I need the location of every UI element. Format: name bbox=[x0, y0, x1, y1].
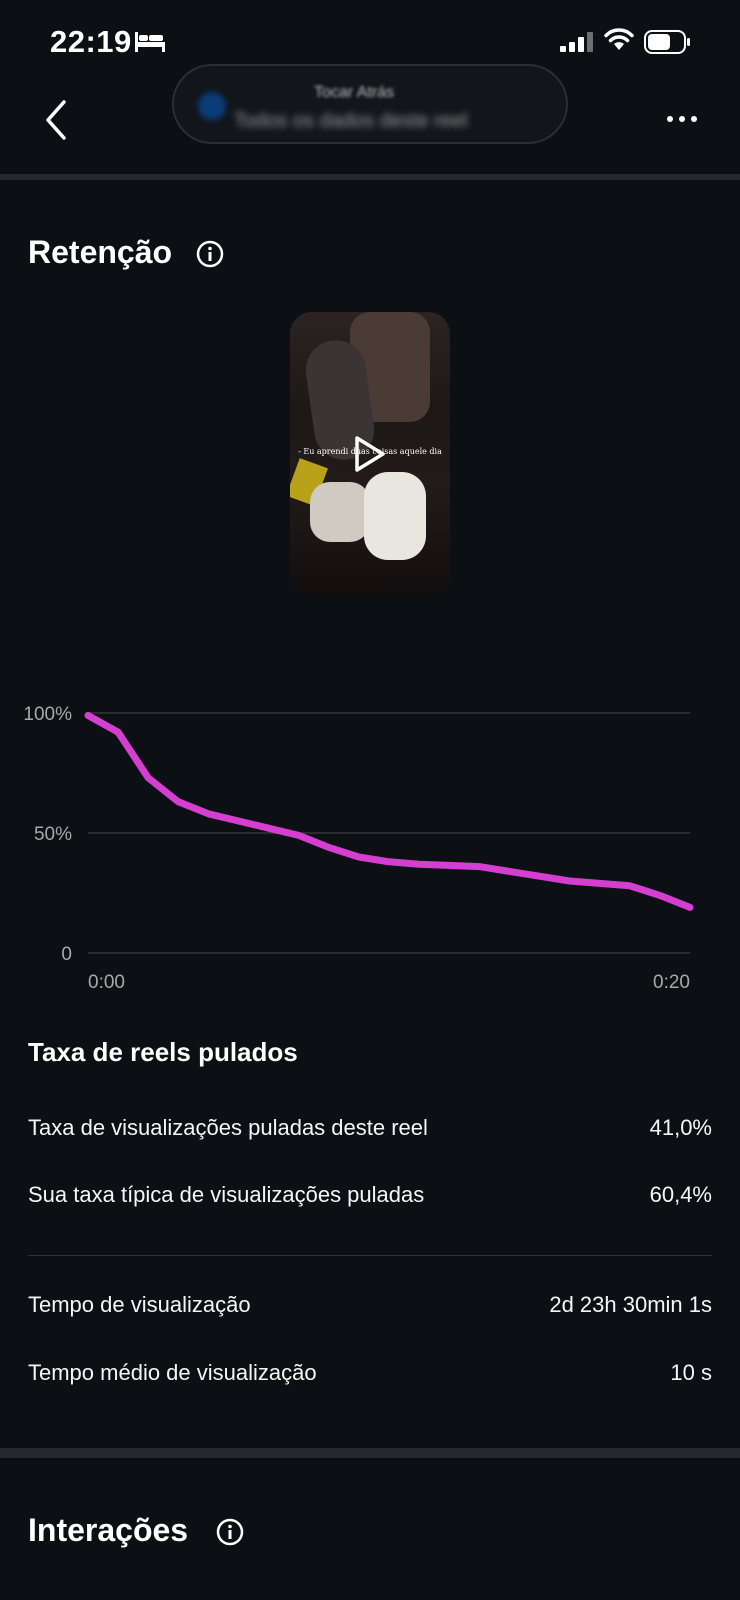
stat-label: Tempo de visualização bbox=[28, 1292, 251, 1317]
x-tick-label: 0:00 bbox=[88, 972, 125, 993]
stat-value: 41,0% bbox=[649, 1115, 712, 1140]
wifi-icon bbox=[604, 28, 634, 50]
pill-subtitle: Todos os dados deste reel bbox=[234, 110, 468, 132]
y-tick-label: 0 bbox=[61, 944, 72, 965]
insights-screen: 22:19 Tocar Atrás Todos os dados deste r… bbox=[0, 0, 740, 1600]
x-tick-label: 0:20 bbox=[653, 972, 690, 993]
typical-skip-rate-row: Sua taxa típica de visualizações puladas… bbox=[28, 1182, 712, 1216]
row-divider bbox=[28, 1255, 712, 1256]
section-divider bbox=[0, 1448, 740, 1458]
stat-value: 10 s bbox=[670, 1360, 712, 1385]
stat-value: 2d 23h 30min 1s bbox=[549, 1292, 712, 1317]
pill-title: Tocar Atrás bbox=[314, 84, 395, 101]
retention-line bbox=[84, 711, 694, 911]
average-watch-time-row: Tempo médio de visualização 10 s bbox=[28, 1360, 712, 1394]
now-playing-pill[interactable]: Tocar Atrás Todos os dados deste reel bbox=[172, 64, 568, 144]
more-options-icon[interactable] bbox=[666, 114, 698, 124]
battery-icon bbox=[644, 30, 690, 54]
stat-value: 60,4% bbox=[649, 1182, 712, 1207]
skip-rate-title: Taxa de reels pulados bbox=[28, 1037, 298, 1067]
stat-label: Sua taxa típica de visualizações puladas bbox=[28, 1182, 425, 1207]
stat-label: Taxa de visualizações puladas deste reel bbox=[28, 1115, 428, 1140]
stat-label: Tempo médio de visualização bbox=[28, 1360, 317, 1385]
cellular-signal-icon bbox=[560, 32, 593, 52]
watch-time-row: Tempo de visualização 2d 23h 30min 1s bbox=[28, 1292, 712, 1326]
status-time: 22:19 bbox=[50, 24, 132, 59]
interactions-title: Interações bbox=[28, 1512, 189, 1548]
interactions-info-icon[interactable] bbox=[216, 1518, 244, 1546]
retention-title: Retenção bbox=[28, 234, 173, 270]
back-chevron-icon[interactable] bbox=[40, 98, 76, 142]
play-icon[interactable] bbox=[352, 434, 388, 474]
y-tick-label: 50% bbox=[34, 824, 72, 845]
section-divider bbox=[0, 174, 740, 180]
pill-icon bbox=[198, 92, 226, 120]
y-tick-label: 100% bbox=[23, 704, 72, 725]
retention-chart: 100% 50% 0 0:00 0:20 bbox=[23, 704, 694, 993]
skip-rate-row: Taxa de visualizações puladas deste reel… bbox=[28, 1115, 712, 1149]
retention-info-icon[interactable] bbox=[196, 240, 224, 268]
sleep-focus-icon bbox=[135, 32, 165, 52]
reel-thumbnail[interactable]: - Eu aprendi duas coisas aquele dia bbox=[290, 312, 450, 596]
